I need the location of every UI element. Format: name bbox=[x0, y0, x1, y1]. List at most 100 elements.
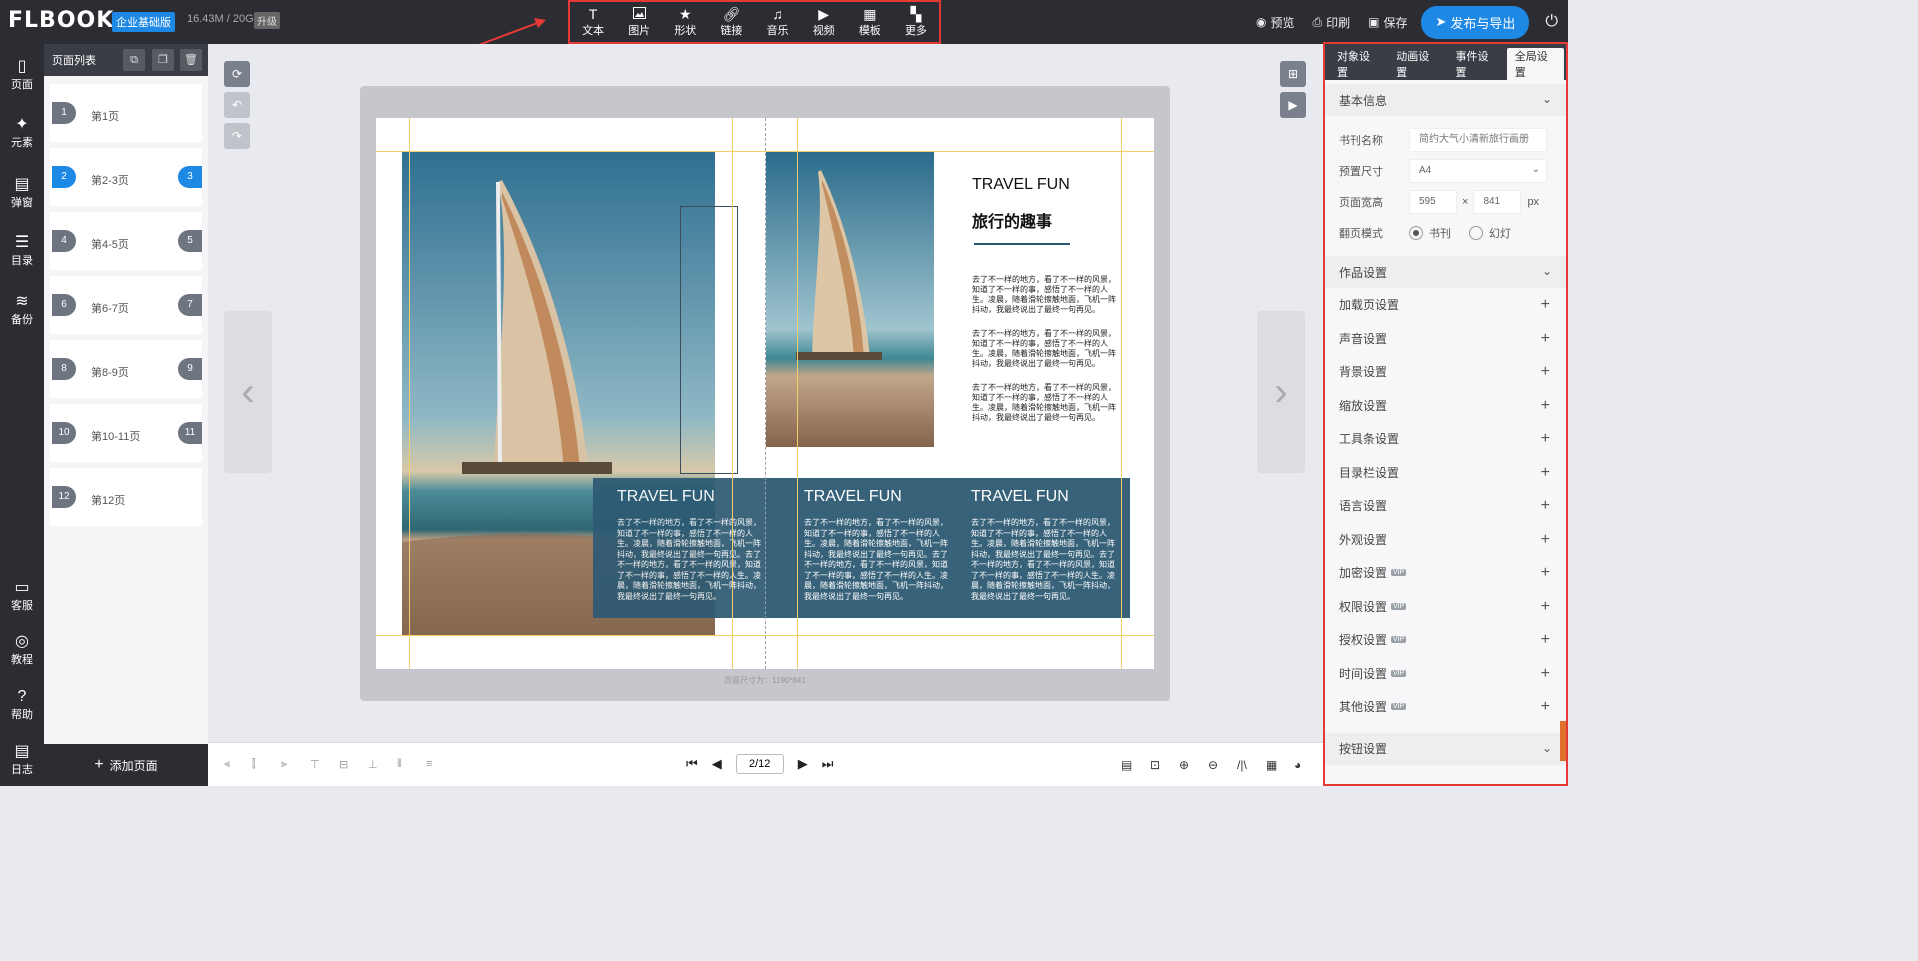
print-button[interactable]: ⎙ 印刷 bbox=[1313, 14, 1351, 31]
align-top-icon[interactable]: ⊤ bbox=[310, 758, 320, 771]
publish-button[interactable]: ➤ 发布与导出 bbox=[1421, 5, 1530, 39]
delete-page-icon[interactable]: 🗑︎ bbox=[180, 49, 202, 71]
section-work-settings[interactable]: 作品设置 ⌄ bbox=[1325, 256, 1566, 288]
tab-animation-settings[interactable]: 动画设置 bbox=[1388, 48, 1445, 80]
grid-icon[interactable]: ▦ bbox=[1266, 758, 1277, 772]
setting-encryption[interactable]: 加密设置 VIP + bbox=[1325, 556, 1566, 590]
page-settings-icon[interactable]: ▤ bbox=[1121, 758, 1132, 772]
tab-event-settings[interactable]: 事件设置 bbox=[1448, 48, 1505, 80]
rail-log[interactable]: ▤ 日志 bbox=[0, 743, 44, 777]
zoom-in-icon[interactable]: ⊕ bbox=[1179, 758, 1189, 772]
reset-icon[interactable]: ⟳ bbox=[224, 61, 250, 87]
page-item-6-7[interactable]: 6 第6-7页 7 bbox=[50, 276, 202, 334]
power-icon[interactable]: ⏻ bbox=[1545, 13, 1558, 31]
prev-page-icon[interactable]: ◀ bbox=[712, 756, 722, 772]
tool-video[interactable]: ▶︎ 视频 bbox=[803, 6, 845, 38]
rail-element[interactable]: ✦ 元素 bbox=[0, 116, 44, 150]
rail-help[interactable]: ? 帮助 bbox=[0, 688, 44, 722]
align-center-icon[interactable]: ⫿ bbox=[252, 758, 256, 771]
paragraph-1[interactable]: 去了不一样的地方，看了不一样的风景，知道了不一样的事，感悟了不一样的人生。凌晨，… bbox=[972, 275, 1120, 315]
rail-catalog[interactable]: ☰ 目录 bbox=[0, 234, 44, 268]
upgrade-button[interactable]: 升级 bbox=[254, 12, 280, 29]
next-page-arrow[interactable]: › bbox=[1257, 311, 1305, 473]
text-box-2[interactable]: TRAVEL FUN 去了不一样的地方，看了不一样的风景，知道了不一样的事，感悟… bbox=[765, 478, 1130, 618]
page-item-4-5[interactable]: 4 第4-5页 5 bbox=[50, 212, 202, 270]
paragraph-2[interactable]: 去了不一样的地方，看了不一样的风景，知道了不一样的事，感悟了不一样的人生。凌晨，… bbox=[972, 329, 1120, 369]
distribute-h-icon[interactable]: ⦀ bbox=[397, 758, 402, 771]
preset-size-select[interactable]: A4 ⌄ bbox=[1409, 158, 1547, 183]
setting-appearance[interactable]: 外观设置 + bbox=[1325, 523, 1566, 557]
rail-service[interactable]: ▭ 客服 bbox=[0, 579, 44, 613]
page-item-1[interactable]: 1 第1页 bbox=[50, 84, 202, 142]
duplicate-page-icon[interactable]: ❐ bbox=[152, 49, 174, 71]
rail-popup[interactable]: ▤ 弹窗 bbox=[0, 176, 44, 210]
setting-permission[interactable]: 权限设置 VIP + bbox=[1325, 590, 1566, 624]
preview-button[interactable]: ◉ 预览 bbox=[1256, 14, 1295, 31]
align-left-icon[interactable]: ⫷ bbox=[224, 758, 230, 771]
play-icon[interactable]: ▶ bbox=[1280, 92, 1306, 118]
paragraph-3[interactable]: 去了不一样的地方，看了不一样的风景，知道了不一样的事，感悟了不一样的人生。凌晨，… bbox=[972, 383, 1120, 423]
tool-music[interactable]: ♫ 音乐 bbox=[757, 6, 799, 38]
page-item-10-11[interactable]: 10 第10-11页 11 bbox=[50, 404, 202, 462]
setting-language[interactable]: 语言设置 + bbox=[1325, 489, 1566, 523]
panel-scrollbar[interactable] bbox=[1560, 721, 1566, 761]
rail-backup[interactable]: ≋ 备份 bbox=[0, 293, 44, 327]
page-item-8-9[interactable]: 8 第8-9页 9 bbox=[50, 340, 202, 398]
rail-tutorial[interactable]: ◎ 教程 bbox=[0, 633, 44, 667]
tab-object-settings[interactable]: 对象设置 bbox=[1329, 48, 1386, 80]
setting-loading-page[interactable]: 加载页设置 + bbox=[1325, 288, 1566, 322]
left-rail: ▯ 页面 ✦ 元素 ▤ 弹窗 ☰ 目录 ≋ 备份 ▭ 客服 ◎ 教程 ? 帮助 ▤ 日志 bbox=[0, 44, 44, 786]
guides-icon[interactable]: /|\ bbox=[1237, 758, 1247, 772]
setting-toolbar[interactable]: 工具条设置 + bbox=[1325, 422, 1566, 456]
page-width-field[interactable] bbox=[1409, 189, 1457, 214]
setting-zoom[interactable]: 缩放设置 + bbox=[1325, 389, 1566, 423]
page-item-12[interactable]: 12 第12页 bbox=[50, 468, 202, 526]
last-page-icon[interactable]: ⏭ bbox=[822, 756, 834, 772]
copy-page-icon[interactable]: ⧉ bbox=[123, 49, 145, 71]
section-button-settings[interactable]: 按钮设置 ⌄ bbox=[1325, 732, 1566, 765]
vip-badge: VIP bbox=[1391, 669, 1407, 677]
setting-sound[interactable]: 声音设置 + bbox=[1325, 322, 1566, 356]
book-name-field[interactable] bbox=[1409, 127, 1547, 152]
page-height-field[interactable] bbox=[1473, 189, 1522, 214]
tab-global-settings[interactable]: 全局设置 bbox=[1506, 48, 1564, 80]
flip-slide-radio[interactable] bbox=[1469, 225, 1483, 240]
page-spread[interactable]: TRAVEL FUN 旅行的趣事 去了不一样的地方，看了不一样的风景，知道了不一… bbox=[376, 118, 1154, 669]
heading-travel-fun[interactable]: TRAVEL FUN bbox=[972, 176, 1070, 194]
tool-link[interactable]: 🔗︎ 链接 bbox=[710, 6, 752, 38]
align-right-icon[interactable]: ⫸ bbox=[281, 758, 287, 771]
burj-photo-small[interactable] bbox=[766, 152, 934, 447]
tool-shape[interactable]: ★ 形状 bbox=[664, 6, 706, 38]
tool-more[interactable]: ▚ 更多 bbox=[895, 6, 937, 38]
save-button[interactable]: ▣ 保存 bbox=[1368, 14, 1407, 31]
catalog-icon: ☰ bbox=[14, 234, 30, 251]
next-page-icon[interactable]: ▶ bbox=[798, 756, 808, 772]
page-item-2-3[interactable]: 2 第2-3页 3 bbox=[50, 148, 202, 206]
text-box-1[interactable]: TRAVEL FUN 去了不一样的地方，看了不一样的风景，知道了不一样的事，感悟… bbox=[593, 478, 765, 618]
flip-book-radio[interactable] bbox=[1409, 225, 1423, 240]
distribute-v-icon[interactable]: ≡ bbox=[426, 758, 432, 770]
page-number-input[interactable] bbox=[735, 754, 784, 774]
align-bottom-icon[interactable]: ⊥ bbox=[368, 758, 378, 771]
section-basic-info[interactable]: 基本信息 ⌄ bbox=[1325, 84, 1566, 116]
tool-template[interactable]: ▦ 模板 bbox=[849, 6, 891, 38]
first-page-icon[interactable]: ⏮ bbox=[686, 756, 698, 772]
setting-background[interactable]: 背景设置 + bbox=[1325, 355, 1566, 389]
setting-other[interactable]: 其他设置 VIP + bbox=[1325, 690, 1566, 724]
prev-page-arrow[interactable]: ‹ bbox=[224, 311, 272, 473]
theme-icon[interactable]: ◕ bbox=[1294, 758, 1301, 772]
rail-page[interactable]: ▯ 页面 bbox=[0, 58, 44, 92]
undo-icon[interactable]: ↶ bbox=[224, 92, 250, 118]
setting-authorization[interactable]: 授权设置 VIP + bbox=[1325, 623, 1566, 657]
fit-screen-icon[interactable]: ⊡ bbox=[1150, 758, 1160, 772]
zoom-out-icon[interactable]: ⊖ bbox=[1208, 758, 1218, 772]
tool-text[interactable]: T 文本 bbox=[572, 6, 614, 38]
add-page-button[interactable]: + 添加页面 bbox=[44, 744, 208, 786]
setting-time[interactable]: 时间设置 VIP + bbox=[1325, 657, 1566, 691]
add-page-side-icon[interactable]: ⊞ bbox=[1280, 61, 1306, 87]
tool-image[interactable]: 图片 bbox=[618, 6, 660, 38]
redo-icon[interactable]: ↷ bbox=[224, 123, 250, 149]
setting-catalog-bar[interactable]: 目录栏设置 + bbox=[1325, 456, 1566, 490]
align-middle-icon[interactable]: ⊟ bbox=[339, 758, 348, 771]
heading-travel-cn[interactable]: 旅行的趣事 bbox=[972, 208, 1052, 232]
